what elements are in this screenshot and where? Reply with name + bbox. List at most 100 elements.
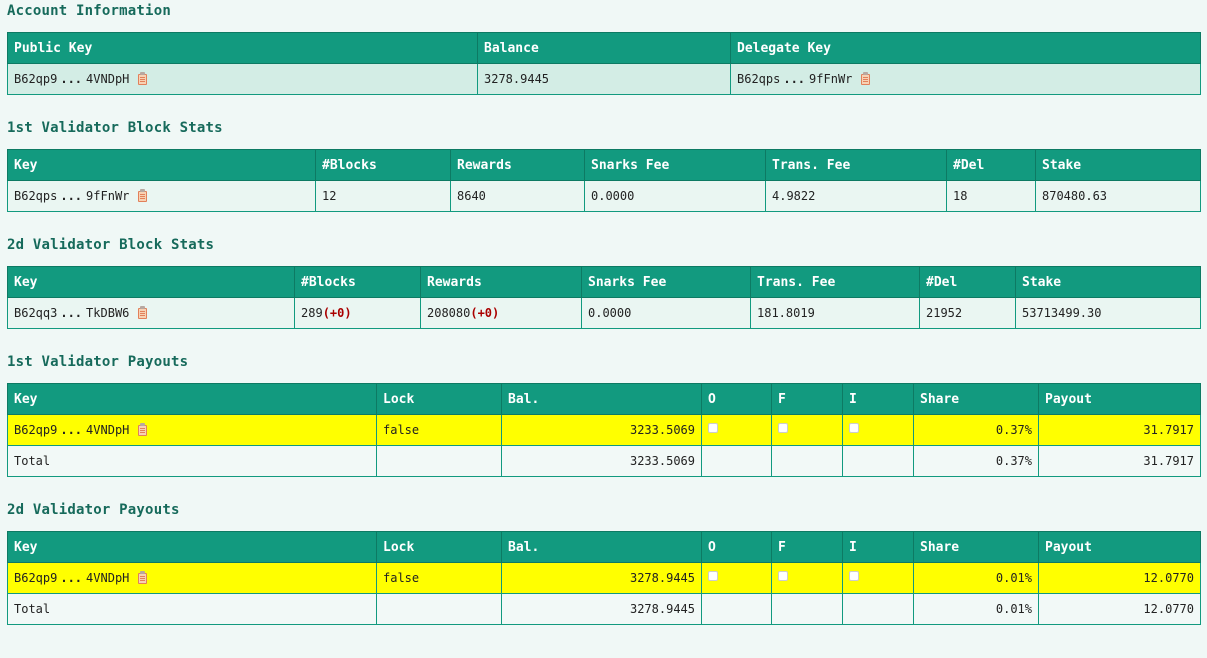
header-lock: Lock	[376, 383, 502, 415]
v1-stats-table: Key #Blocks Rewards Snarks Fee Trans. Fe…	[7, 149, 1201, 212]
header-snarks-fee: Snarks Fee	[584, 149, 766, 181]
lock-value: false	[376, 414, 502, 446]
blocks-delta: (+0)	[322, 306, 352, 320]
header-i: I	[842, 383, 914, 415]
header-del: #Del	[946, 149, 1036, 181]
rewards-value: 8640	[450, 180, 585, 212]
header-rewards: Rewards	[450, 149, 585, 181]
total-label: Total	[7, 593, 377, 625]
trans-fee-value: 4.9822	[765, 180, 947, 212]
payout-value: 31.7917	[1038, 414, 1201, 446]
header-stake: Stake	[1035, 149, 1201, 181]
header-key: Key	[7, 383, 377, 415]
payout-key[interactable]: B62qp9... 4VNDpH	[14, 571, 129, 585]
header-stake: Stake	[1015, 266, 1201, 298]
stake-value: 53713499.30	[1015, 297, 1201, 329]
total-payout: 12.0770	[1038, 593, 1201, 625]
balance-value: 3278.9445	[477, 63, 731, 95]
v1-payouts-title: 1st Validator Payouts	[7, 354, 189, 370]
header-snarks-fee: Snarks Fee	[581, 266, 751, 298]
validator-key[interactable]: B62qps... 9fFnWr	[14, 189, 129, 203]
total-share: 0.01%	[913, 593, 1039, 625]
blocks-value: 289(+0)	[294, 297, 421, 329]
total-share: 0.37%	[913, 445, 1039, 477]
table-row: B62qp9... 4VNDpH false 3233.5069 0.37% 31…	[7, 414, 1201, 446]
payout-key[interactable]: B62qp9... 4VNDpH	[14, 423, 129, 437]
v1-payouts-table: Key Lock Bal. O F I Share Payout B62qp9.…	[7, 383, 1201, 477]
header-bal: Bal.	[501, 383, 702, 415]
share-value: 0.01%	[913, 562, 1039, 594]
table-row: B62qp9... 4VNDpH false 3278.9445 0.01% 12…	[7, 562, 1201, 594]
header-delegate-key: Delegate Key	[730, 32, 1201, 64]
header-i: I	[842, 531, 914, 563]
snarks-fee-value: 0.0000	[584, 180, 766, 212]
header-blocks: #Blocks	[315, 149, 451, 181]
clipboard-icon[interactable]	[861, 72, 871, 85]
total-payout: 31.7917	[1038, 445, 1201, 477]
rewards-value: 208080(+0)	[420, 297, 582, 329]
header-f: F	[771, 383, 843, 415]
header-trans-fee: Trans. Fee	[765, 149, 947, 181]
blocks-value: 12	[315, 180, 451, 212]
total-bal: 3278.9445	[501, 593, 702, 625]
public-key[interactable]: B62qp9... 4VNDpH	[14, 72, 129, 86]
v2-payouts-table: Key Lock Bal. O F I Share Payout B62qp9.…	[7, 531, 1201, 625]
header-trans-fee: Trans. Fee	[750, 266, 920, 298]
i-checkbox[interactable]	[849, 422, 859, 433]
header-o: O	[701, 383, 772, 415]
account-info-table: Public Key Balance Delegate Key B62qp9..…	[7, 32, 1201, 95]
header-del: #Del	[919, 266, 1016, 298]
total-row: Total 3278.9445 0.01% 12.0770	[7, 593, 1201, 625]
trans-fee-value: 181.8019	[750, 297, 920, 329]
header-public-key: Public Key	[7, 32, 478, 64]
f-checkbox[interactable]	[778, 422, 788, 433]
header-f: F	[771, 531, 843, 563]
validator-key[interactable]: B62qq3... TkDBW6	[14, 306, 129, 320]
total-row: Total 3233.5069 0.37% 31.7917	[7, 445, 1201, 477]
v2-stats-table: Key #Blocks Rewards Snarks Fee Trans. Fe…	[7, 266, 1201, 329]
clipboard-icon[interactable]	[138, 72, 148, 85]
header-share: Share	[913, 383, 1039, 415]
payout-key-cell: B62qp9... 4VNDpH	[7, 414, 377, 446]
header-key: Key	[7, 266, 295, 298]
header-balance: Balance	[477, 32, 731, 64]
public-key-cell: B62qp9... 4VNDpH	[7, 63, 478, 95]
bal-value: 3233.5069	[501, 414, 702, 446]
header-o: O	[701, 531, 772, 563]
v1-stats-title: 1st Validator Block Stats	[7, 120, 223, 136]
clipboard-icon[interactable]	[138, 423, 148, 436]
stake-value: 870480.63	[1035, 180, 1201, 212]
v2-stats-title: 2d Validator Block Stats	[7, 237, 215, 253]
del-value: 21952	[919, 297, 1016, 329]
o-checkbox[interactable]	[708, 570, 718, 581]
header-blocks: #Blocks	[294, 266, 421, 298]
payout-value: 12.0770	[1038, 562, 1201, 594]
total-bal: 3233.5069	[501, 445, 702, 477]
validator-key-cell: B62qq3... TkDBW6	[7, 297, 295, 329]
del-value: 18	[946, 180, 1036, 212]
snarks-fee-value: 0.0000	[581, 297, 751, 329]
validator-key-cell: B62qps... 9fFnWr	[7, 180, 316, 212]
account-info-title: Account Information	[7, 3, 171, 19]
header-payout: Payout	[1038, 531, 1201, 563]
header-key: Key	[7, 149, 316, 181]
header-payout: Payout	[1038, 383, 1201, 415]
clipboard-icon[interactable]	[138, 571, 148, 584]
clipboard-icon[interactable]	[138, 306, 148, 319]
header-bal: Bal.	[501, 531, 702, 563]
i-checkbox[interactable]	[849, 570, 859, 581]
header-share: Share	[913, 531, 1039, 563]
delegate-key-cell: B62qps... 9fFnWr	[730, 63, 1201, 95]
bal-value: 3278.9445	[501, 562, 702, 594]
lock-value: false	[376, 562, 502, 594]
o-checkbox[interactable]	[708, 422, 718, 433]
rewards-delta: (+0)	[470, 306, 500, 320]
clipboard-icon[interactable]	[138, 189, 148, 202]
header-lock: Lock	[376, 531, 502, 563]
v2-payouts-title: 2d Validator Payouts	[7, 502, 180, 518]
delegate-key[interactable]: B62qps... 9fFnWr	[737, 72, 852, 86]
header-key: Key	[7, 531, 377, 563]
payout-key-cell: B62qp9... 4VNDpH	[7, 562, 377, 594]
header-rewards: Rewards	[420, 266, 582, 298]
f-checkbox[interactable]	[778, 570, 788, 581]
